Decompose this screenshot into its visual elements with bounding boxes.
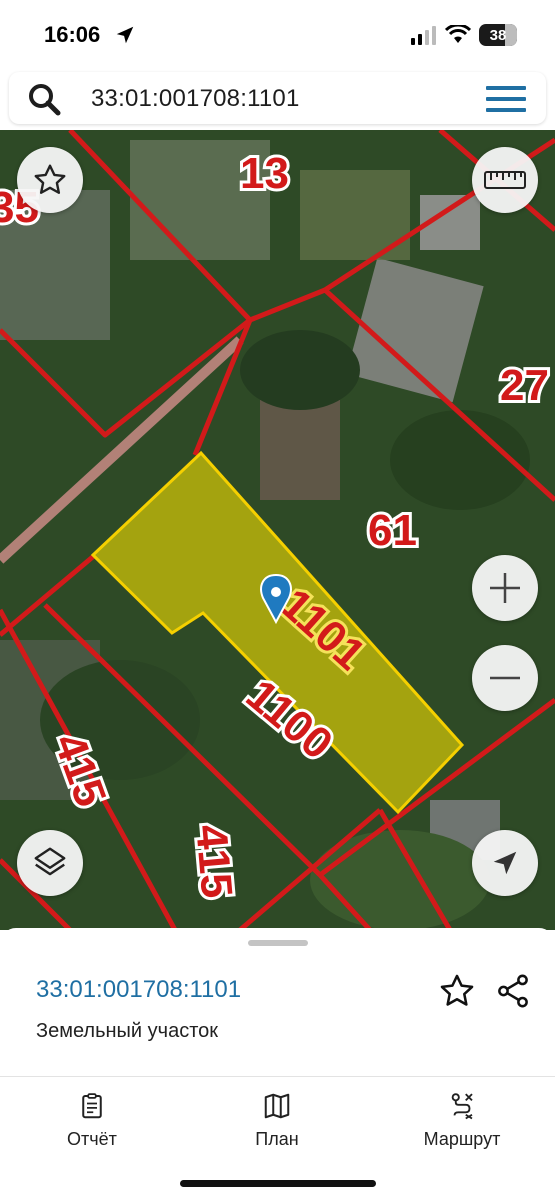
parcel-label-61: 61 [368, 506, 417, 555]
parcel-label-27: 27 [500, 361, 549, 410]
map-icon [264, 1093, 290, 1119]
search-bar[interactable]: 33:01:001708:1101 [9, 72, 546, 124]
share-icon[interactable] [494, 972, 532, 1010]
clipboard-icon [82, 1093, 102, 1119]
zoom-out-button[interactable] [472, 645, 538, 711]
layers-button[interactable] [17, 830, 83, 896]
sheet-drag-handle[interactable] [248, 940, 308, 946]
home-indicator [180, 1180, 376, 1187]
parcel-label-415-bottom: 415 [186, 823, 241, 900]
parcel-info-sheet[interactable]: 33:01:001708:1101 Земельный участок [0, 928, 555, 1076]
parcel-label-13: 13 [240, 149, 289, 198]
battery-icon: 38 [479, 24, 517, 46]
satellite-map: 13 35 27 61 1100 415 415 1101 [0, 130, 555, 930]
status-time: 16:06 [44, 22, 101, 47]
cellular-signal-icon [411, 26, 436, 45]
zoom-in-button[interactable] [472, 555, 538, 621]
ruler-button[interactable] [472, 147, 538, 213]
layers-icon [34, 847, 66, 876]
menu-icon[interactable] [486, 85, 526, 113]
nav-report-label: Отчёт [67, 1129, 117, 1149]
parcel-type: Земельный участок [36, 1020, 219, 1042]
minus-icon [490, 676, 520, 680]
plus-icon [490, 573, 520, 603]
navigation-arrow-icon [493, 851, 517, 875]
my-location-button[interactable] [472, 830, 538, 896]
wifi-icon [445, 25, 471, 43]
search-input[interactable]: 33:01:001708:1101 [91, 85, 300, 113]
star-outline-icon [34, 164, 66, 194]
ruler-icon [484, 171, 526, 189]
map-view[interactable]: 13 35 27 61 1100 415 415 1101 [0, 130, 555, 930]
nav-divider [0, 1076, 555, 1077]
location-arrow-icon [116, 26, 134, 44]
nav-route-button[interactable]: Маршрут [392, 1091, 532, 1150]
nav-plan-label: План [255, 1129, 299, 1149]
nav-plan-button[interactable]: План [207, 1091, 347, 1150]
nav-route-label: Маршрут [423, 1129, 501, 1149]
search-icon[interactable] [27, 82, 61, 116]
favorite-map-button[interactable] [17, 147, 83, 213]
parcel-cadastral-number[interactable]: 33:01:001708:1101 [36, 976, 241, 1004]
status-indicators: 38 [411, 22, 517, 48]
battery-level: 38 [489, 26, 507, 44]
route-icon [451, 1093, 473, 1120]
nav-report-button[interactable]: Отчёт [22, 1091, 162, 1150]
status-bar: 16:06 38 [0, 0, 555, 72]
star-outline-icon[interactable] [438, 972, 476, 1010]
